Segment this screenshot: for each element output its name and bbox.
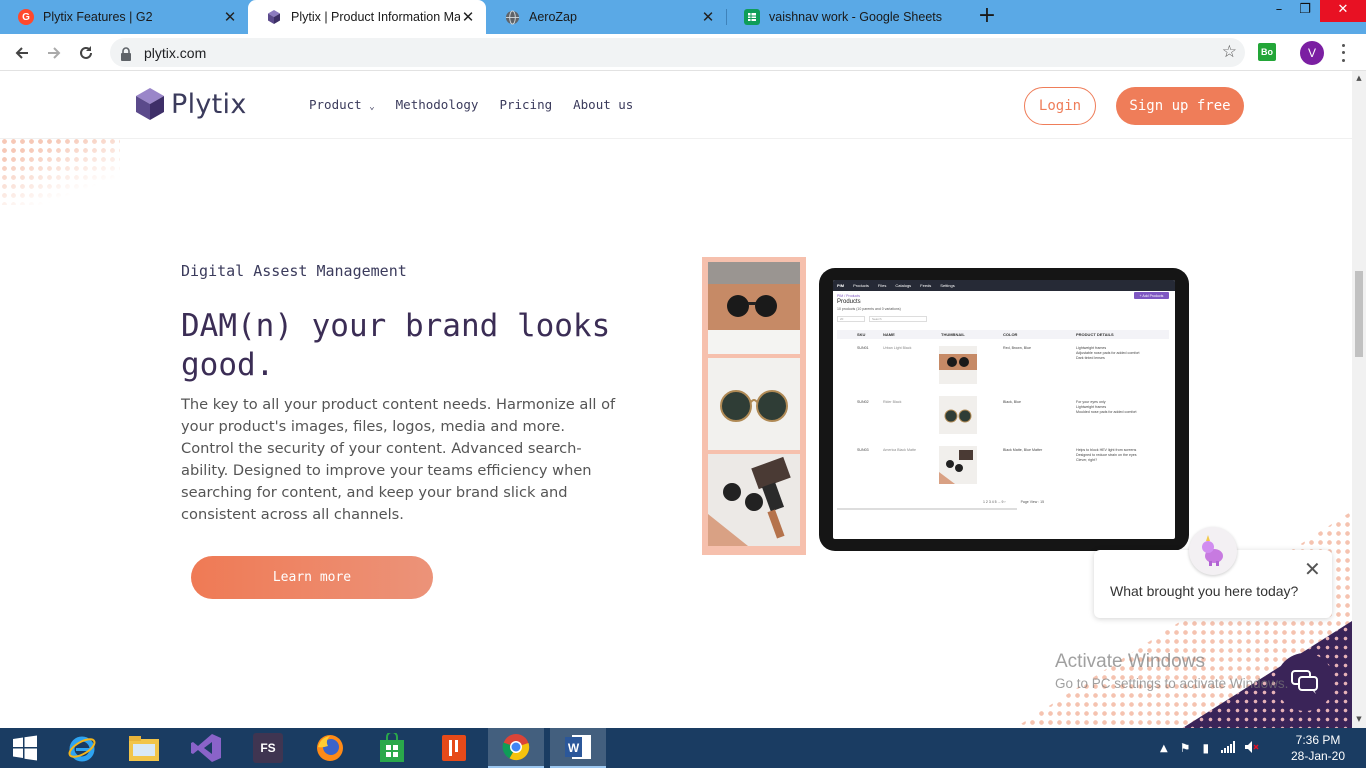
signup-button[interactable]: Sign up free (1116, 87, 1244, 125)
office-lens-icon[interactable] (426, 728, 482, 768)
browser-menu-icon[interactable] (1336, 42, 1350, 64)
clock-time: 7:36 PM (1295, 733, 1341, 747)
scrollbar-thumb[interactable] (1355, 271, 1363, 357)
sunglasses-photo (708, 358, 800, 450)
pim-filter: 20 (837, 316, 865, 322)
pim-add-products-button: + Add Products (1134, 292, 1169, 299)
decorative-dot-pattern (0, 137, 120, 205)
new-tab-plus-icon[interactable]: + (976, 5, 998, 28)
restore-icon[interactable]: ❐ (1290, 0, 1320, 22)
chat-question: What brought you here today? (1110, 583, 1299, 599)
plytix-cube-icon (266, 9, 282, 25)
pim-scrollbar (837, 508, 1017, 510)
windows-activation-watermark: Activate Windows Go to PC settings to ac… (1055, 651, 1289, 691)
logo-text: Plytix (171, 88, 247, 120)
bookmark-star-icon[interactable]: ☆ (1222, 42, 1237, 62)
address-bar[interactable]: plytix.com ☆ (110, 38, 1245, 67)
web-page: Plytix Product ⌄ Methodology Pricing Abo… (0, 71, 1352, 728)
globe-icon (504, 9, 520, 25)
forward-arrow-icon[interactable] (42, 41, 66, 65)
tablet-mockup: PIM Products Files Catalogs Feeds Settin… (819, 268, 1189, 551)
tab-g2[interactable]: G Plytix Features | G2 ✕ (0, 0, 248, 34)
scroll-down-arrow-icon[interactable]: ▼ (1355, 715, 1363, 723)
tab-plytix[interactable]: Plytix | Product Information Mana ✕ (248, 0, 486, 34)
pim-subtitle: 10 products (10 parents and 0 variations… (837, 307, 901, 311)
system-tray: ▲ ⚑ ▮ (1160, 728, 1259, 768)
windows-taskbar: FS W ▲ ⚑ ▮ 7:36 PM 28-Jan-20 (0, 728, 1366, 768)
pim-search: Search (869, 316, 927, 322)
browser-toolbar: plytix.com ☆ Bo V (0, 34, 1366, 71)
tab-close-icon[interactable]: ✕ (700, 8, 716, 26)
word-icon[interactable]: W (550, 728, 606, 768)
pim-title: Products (837, 299, 861, 305)
back-arrow-icon[interactable] (10, 41, 34, 65)
windows-start-icon[interactable] (0, 728, 50, 768)
accessories-photo (708, 454, 800, 546)
login-button[interactable]: Login (1024, 87, 1096, 125)
nav-pricing[interactable]: Pricing (499, 97, 552, 112)
store-icon[interactable] (364, 728, 420, 768)
visual-studio-icon[interactable] (178, 728, 234, 768)
flag-icon[interactable]: ⚑ (1180, 741, 1191, 755)
product-thumbnail (939, 446, 977, 484)
plytix-cube-icon (136, 88, 164, 120)
scroll-up-arrow-icon[interactable]: ▲ (1355, 74, 1363, 82)
url-text: plytix.com (144, 44, 207, 61)
internet-explorer-icon[interactable] (54, 728, 110, 768)
tab-title: Plytix Features | G2 (43, 10, 153, 24)
nav-about-us[interactable]: About us (573, 97, 633, 112)
chrome-icon[interactable] (488, 728, 544, 768)
product-thumbnail (939, 396, 977, 434)
tab-title: vaishnav work - Google Sheets (769, 10, 943, 24)
tab-close-icon[interactable]: ✕ (460, 8, 476, 26)
product-thumbnail (939, 346, 977, 384)
hero-headline: DAM(n) your brand looks good. (181, 308, 611, 383)
signal-icon[interactable] (1221, 740, 1236, 756)
clock-date: 28-Jan-20 (1290, 749, 1346, 763)
sunglasses-photo (708, 262, 800, 354)
tab-title: AeroZap (529, 10, 577, 24)
site-header: Plytix Product ⌄ Methodology Pricing Abo… (0, 71, 1352, 139)
chat-agent-avatar (1189, 527, 1237, 575)
close-icon[interactable]: ✕ (1304, 559, 1321, 579)
firefox-icon[interactable] (302, 728, 358, 768)
window-close-icon[interactable]: ✕ (1320, 0, 1366, 22)
pim-app-screenshot: PIM Products Files Catalogs Feeds Settin… (833, 280, 1175, 539)
pim-breadcrumb: PIM / Products (837, 294, 860, 298)
tab-google-sheets[interactable]: vaishnav work - Google Sheets (726, 0, 966, 34)
g2-logo-icon: G (18, 9, 34, 25)
chevron-down-icon: ⌄ (369, 102, 375, 112)
chevron-up-icon[interactable]: ▲ (1160, 743, 1168, 754)
extension-icon[interactable]: Bo (1258, 43, 1276, 61)
svg-text:W: W (568, 741, 580, 755)
tab-title: Plytix | Product Information Mana (291, 10, 460, 24)
nav-methodology[interactable]: Methodology (396, 97, 479, 112)
fs-app-icon[interactable]: FS (240, 728, 296, 768)
nav-product[interactable]: Product ⌄ (309, 97, 375, 112)
browser-tab-strip: G Plytix Features | G2 ✕ Plytix | Produc… (0, 0, 1366, 34)
profile-avatar[interactable]: V (1300, 41, 1324, 65)
battery-icon[interactable]: ▮ (1202, 741, 1209, 755)
page-scrollbar[interactable]: ▲ ▼ (1352, 71, 1366, 728)
tab-aerozap[interactable]: AeroZap ✕ (486, 0, 726, 34)
section-eyebrow: Digital Assest Management (181, 262, 407, 280)
plytix-logo[interactable]: Plytix (136, 88, 247, 120)
reload-icon[interactable] (74, 41, 98, 65)
product-photo-strip (702, 257, 806, 555)
tab-close-icon[interactable]: ✕ (222, 8, 238, 26)
learn-more-button[interactable]: Learn more (191, 556, 433, 599)
main-nav: Product ⌄ Methodology Pricing About us (309, 97, 654, 112)
volume-muted-icon[interactable] (1245, 740, 1259, 756)
file-explorer-icon[interactable] (116, 728, 172, 768)
pim-table-header: SKU NAME THUMBNAIL COLOR PRODUCT DETAILS (837, 330, 1169, 339)
sheets-icon (744, 9, 760, 25)
hero-body-text: The key to all your product content need… (181, 396, 616, 523)
pim-pagination: 1 2 3 4 5 ... 9 › Page View : 15 (983, 500, 1045, 504)
lock-icon (120, 46, 134, 61)
pim-menu-bar: PIM Products Files Catalogs Feeds Settin… (833, 280, 1175, 291)
system-clock[interactable]: 7:36 PM 28-Jan-20 (1288, 732, 1348, 764)
